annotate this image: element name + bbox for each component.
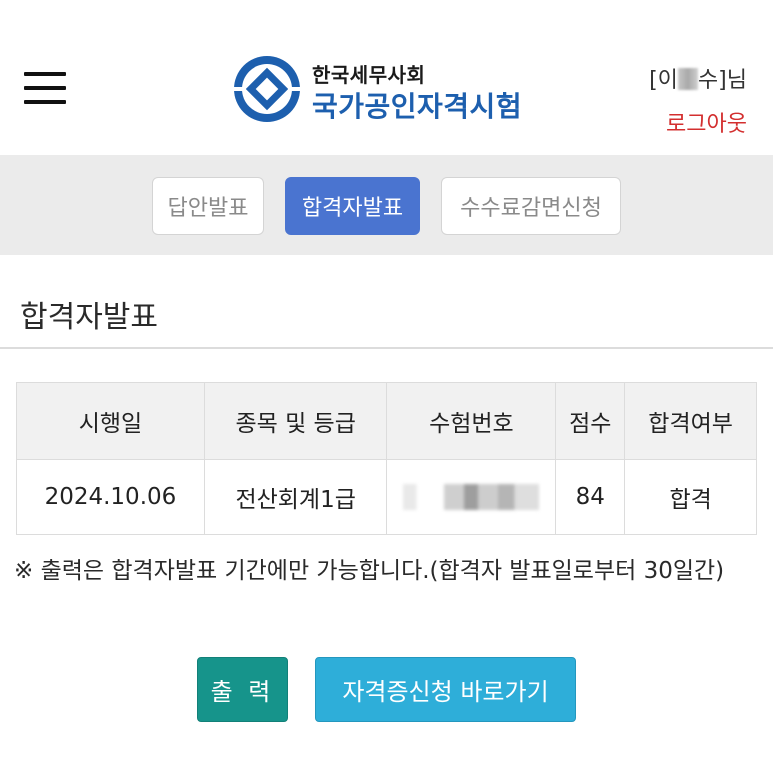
print-button[interactable]: 출 력 (197, 657, 288, 722)
hamburger-menu-icon[interactable] (24, 72, 66, 106)
page-title: 합격자발표 (20, 300, 158, 335)
results-table: 시행일 종목 및 등급 수험번호 점수 합격여부 2024.10.06 전산회계… (16, 382, 757, 535)
header-exam-date: 시행일 (16, 382, 205, 460)
table-row: 2024.10.06 전산회계1급 84 합격 (16, 459, 757, 535)
site-logo[interactable]: 한국세무사회 국가공인자격시험 (232, 55, 552, 125)
menu-bar (24, 72, 66, 76)
tab-fee-reduction[interactable]: 수수료감면신청 (441, 177, 621, 235)
logo-exam-title: 국가공인자격시험 (312, 90, 523, 123)
masked-name-char (677, 68, 698, 90)
user-info: [이 수]님 로그아웃 (649, 62, 747, 138)
user-name-suffix: 수]님 (697, 68, 747, 93)
header-score: 점수 (555, 382, 626, 460)
print-notice: ※ 출력은 합격자발표 기간에만 가능합니다.(합격자 발표일로부터 30일간) (14, 558, 725, 584)
menu-bar (24, 86, 66, 90)
user-name-prefix: [이 (649, 68, 678, 93)
header-exam-number: 수험번호 (386, 382, 557, 460)
tab-answer-release[interactable]: 답안발표 (152, 177, 264, 235)
cell-subject: 전산회계1급 (203, 459, 388, 535)
table-header-row: 시행일 종목 및 등급 수험번호 점수 합격여부 (16, 382, 757, 460)
header-pass-status: 합격여부 (624, 382, 757, 460)
tab-bar: 답안발표 합격자발표 수수료감면신청 (0, 155, 773, 255)
logo-org-name: 한국세무사회 (312, 63, 426, 87)
user-name: [이 수]님 (649, 62, 747, 94)
cell-exam-number (386, 459, 557, 535)
site-header: 한국세무사회 국가공인자격시험 [이 수]님 로그아웃 (0, 0, 773, 155)
header-subject-grade: 종목 및 등급 (203, 382, 388, 460)
diamond-emblem-icon (234, 56, 300, 122)
cell-exam-date: 2024.10.06 (16, 459, 205, 535)
masked-exam-number (403, 484, 540, 511)
certificate-apply-button[interactable]: 자격증신청 바로가기 (315, 657, 576, 722)
cell-pass-status: 합격 (624, 459, 757, 535)
cell-score: 84 (555, 459, 626, 535)
menu-bar (24, 100, 66, 104)
title-divider (0, 347, 773, 349)
logout-link[interactable]: 로그아웃 (649, 106, 747, 138)
tab-pass-announcement[interactable]: 합격자발표 (285, 177, 420, 235)
